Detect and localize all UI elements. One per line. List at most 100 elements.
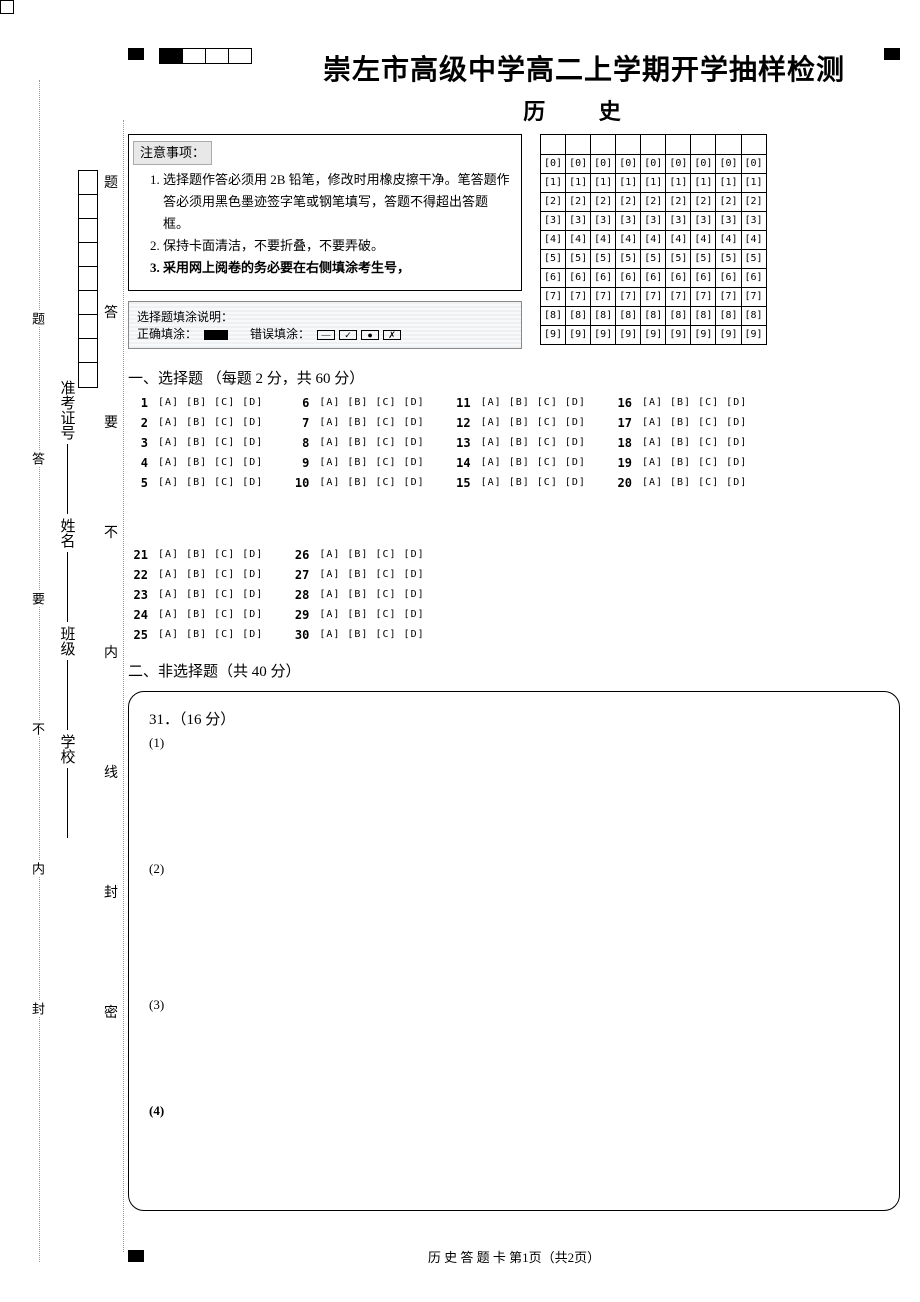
mcq-row[interactable]: 24 [A] [B] [C] [D] xyxy=(128,608,263,622)
question-number: 6 xyxy=(289,396,309,410)
answer-bubbles[interactable]: [A] [B] [C] [D] xyxy=(158,417,263,428)
mcq-row[interactable]: 15[A] [B] [C] [D] xyxy=(451,476,586,490)
mcq-row[interactable]: 11[A] [B] [C] [D] xyxy=(451,396,586,410)
answer-bubbles[interactable]: [A] [B] [C] [D] xyxy=(158,549,263,560)
fill-line[interactable] xyxy=(67,444,68,514)
notes-box: 注意事项： 选择题作答必须用 2B 铅笔，修改时用橡皮擦干净。笔答题作答必须用黑… xyxy=(128,134,522,291)
answer-bubbles[interactable]: [A] [B] [C] [D] xyxy=(319,589,424,600)
question-number: 26 xyxy=(289,548,309,562)
question-number: 2 xyxy=(128,416,148,430)
page-footer: 历 史 答 题 卡 第1页（共2页） xyxy=(128,1247,900,1266)
cut-char: 不 xyxy=(28,720,47,737)
mcq-row[interactable]: 29 [A] [B] [C] [D] xyxy=(289,608,424,622)
mcq-grid[interactable]: 1[A] [B] [C] [D] 2 [A] [B] [C] [D] 3 [A] [B]… xyxy=(128,396,900,642)
marker-bottom-right xyxy=(0,0,14,14)
answer-bubbles[interactable]: [A] [B] [C] [D] xyxy=(642,437,747,448)
question-number: 22 xyxy=(128,568,148,582)
mcq-row[interactable]: 27 [A] [B] [C] [D] xyxy=(289,568,424,582)
mcq-row[interactable]: 30 [A] [B] [C] [D] xyxy=(289,628,424,642)
mcq-row[interactable]: 8[A] [B] [C] [D] xyxy=(289,436,424,450)
mcq-row[interactable]: 17 [A] [B] [C] [D] xyxy=(612,416,747,430)
mcq-row[interactable]: 5 [A] [B] [C] [D] xyxy=(128,476,263,490)
fill-line[interactable] xyxy=(67,552,68,622)
question-number: 28 xyxy=(289,588,309,602)
answer-bubbles[interactable]: [A] [B] [C] [D] xyxy=(319,609,424,620)
frq-answer-box[interactable]: 31．（16 分） (1) (2) (3) (4) xyxy=(128,691,900,1211)
mcq-row[interactable]: 3 [A] [B] [C] [D] xyxy=(128,436,263,450)
answer-bubbles[interactable]: [A] [B] [C] [D] xyxy=(319,629,424,640)
answer-bubbles[interactable]: [A] [B] [C] [D] xyxy=(319,569,424,580)
mcq-row[interactable]: 23 [A] [B] [C] [D] xyxy=(128,588,263,602)
answer-sheet-page: 题 答 要 不 内 封 准考证号 姓名 班级 学校 题 答 要 不 内 线 xyxy=(0,0,920,1302)
answer-bubbles[interactable]: [A] [B] [C] [D] xyxy=(642,417,747,428)
mcq-row[interactable]: 1[A] [B] [C] [D] xyxy=(128,396,263,410)
question-number: 27 xyxy=(289,568,309,582)
answer-bubbles[interactable]: [A] [B] [C] [D] xyxy=(158,437,263,448)
answer-bubbles[interactable]: [A] [B] [C] [D] xyxy=(319,477,424,488)
mcq-row[interactable]: 6 [A] [B] [C] [D] xyxy=(289,396,424,410)
ticket-label: 准考证号 xyxy=(57,380,78,440)
mcq-row[interactable]: 7 [A] [B] [C] [D] xyxy=(289,416,424,430)
gutter-char: 密 xyxy=(104,1000,118,1024)
question-number: 7 xyxy=(289,416,309,430)
answer-bubbles[interactable]: [A] [B] [C] [D] xyxy=(319,457,424,468)
answer-bubbles[interactable]: [A] [B] [C] [D] xyxy=(642,457,747,468)
mcq-row[interactable]: 19[A] [B] [C] [D] xyxy=(612,456,747,470)
mcq-row[interactable]: 13[A] [B] [C] [D] xyxy=(451,436,586,450)
fill-line[interactable] xyxy=(67,660,68,730)
answer-bubbles[interactable]: [A] [B] [C] [D] xyxy=(481,477,586,488)
mcq-row[interactable]: 22 [A] [B] [C] [D] xyxy=(128,568,263,582)
answer-bubbles[interactable]: [A] [B] [C] [D] xyxy=(158,629,263,640)
mcq-row[interactable]: 14 [A] [B] [C] [D] xyxy=(451,456,586,470)
fill-line[interactable] xyxy=(67,768,68,838)
mcq-row[interactable]: 12[A] [B] [C] [D] xyxy=(451,416,586,430)
frq-question: 31．（16 分） xyxy=(149,708,879,729)
answer-bubbles[interactable]: [A] [B] [C] [D] xyxy=(319,397,424,408)
mcq-row[interactable]: 28 [A] [B] [C] [D] xyxy=(289,588,424,602)
mcq-row[interactable]: 9[A] [B] [C] [D] xyxy=(289,456,424,470)
answer-bubbles[interactable]: [A] [B] [C] [D] xyxy=(158,569,263,580)
wrong-fill-icons: —✓●✗ xyxy=(317,330,401,340)
mcq-row[interactable]: 20[A] [B] [C] [D] xyxy=(612,476,747,490)
mcq-row[interactable]: 25[A] [B] [C] [D] xyxy=(128,628,263,642)
answer-bubbles[interactable]: [A] [B] [C] [D] xyxy=(319,437,424,448)
question-number: 5 xyxy=(128,476,148,490)
answer-bubbles[interactable]: [A] [B] [C] [D] xyxy=(642,397,747,408)
mcq-row[interactable]: 4 [A] [B] [C] [D] xyxy=(128,456,263,470)
answer-bubbles[interactable]: [A] [B] [C] [D] xyxy=(481,437,586,448)
answer-bubbles[interactable]: [A] [B] [C] [D] xyxy=(481,417,586,428)
mcq-row[interactable]: 16[A] [B] [C] [D] xyxy=(612,396,747,410)
answer-bubbles[interactable]: [A] [B] [C] [D] xyxy=(642,477,747,488)
question-number: 14 xyxy=(451,456,471,470)
answer-bubbles[interactable]: [A] [B] [C] [D] xyxy=(158,477,263,488)
question-number: 10 xyxy=(289,476,309,490)
answer-bubbles[interactable]: [A] [B] [C] [D] xyxy=(481,397,586,408)
answer-bubbles[interactable]: [A] [B] [C] [D] xyxy=(481,457,586,468)
id-bubble-grid[interactable]: [0][0][0][0][0][0][0][0][0] [1][1][1][1]… xyxy=(540,134,767,345)
exam-subject: 历 史 xyxy=(268,94,900,126)
question-number: 4 xyxy=(128,456,148,470)
question-number: 30 xyxy=(289,628,309,642)
mcq-row[interactable]: 2 [A] [B] [C] [D] xyxy=(128,416,263,430)
answer-bubbles[interactable]: [A] [B] [C] [D] xyxy=(158,457,263,468)
question-number: 23 xyxy=(128,588,148,602)
answer-bubbles[interactable]: [A] [B] [C] [D] xyxy=(158,609,263,620)
answer-bubbles[interactable]: [A] [B] [C] [D] xyxy=(158,589,263,600)
mcq-row[interactable]: 26 [A] [B] [C] [D] xyxy=(289,548,424,562)
cut-char: 答 xyxy=(28,450,47,467)
question-number: 3 xyxy=(128,436,148,450)
question-number: 17 xyxy=(612,416,632,430)
gutter-char: 题 xyxy=(104,170,118,194)
answer-bubbles[interactable]: [A] [B] [C] [D] xyxy=(319,417,424,428)
cut-line: 题 答 要 不 内 封 xyxy=(28,80,40,1262)
frq-sub: (4) xyxy=(149,1103,879,1119)
answer-bubbles[interactable]: [A] [B] [C] [D] xyxy=(158,397,263,408)
mcq-row[interactable]: 18[A] [B] [C] [D] xyxy=(612,436,747,450)
ticket-number-grid[interactable] xyxy=(78,170,98,388)
main-content: 崇左市高级中学高二上学期开学抽样检测 历 史 注意事项： 选择题作答必须用 2B… xyxy=(128,48,900,1272)
question-number: 29 xyxy=(289,608,309,622)
mcq-row[interactable]: 21[A] [B] [C] [D] xyxy=(128,548,263,562)
answer-bubbles[interactable]: [A] [B] [C] [D] xyxy=(319,549,424,560)
question-number: 24 xyxy=(128,608,148,622)
mcq-row[interactable]: 10 [A] [B] [C] [D] xyxy=(289,476,424,490)
